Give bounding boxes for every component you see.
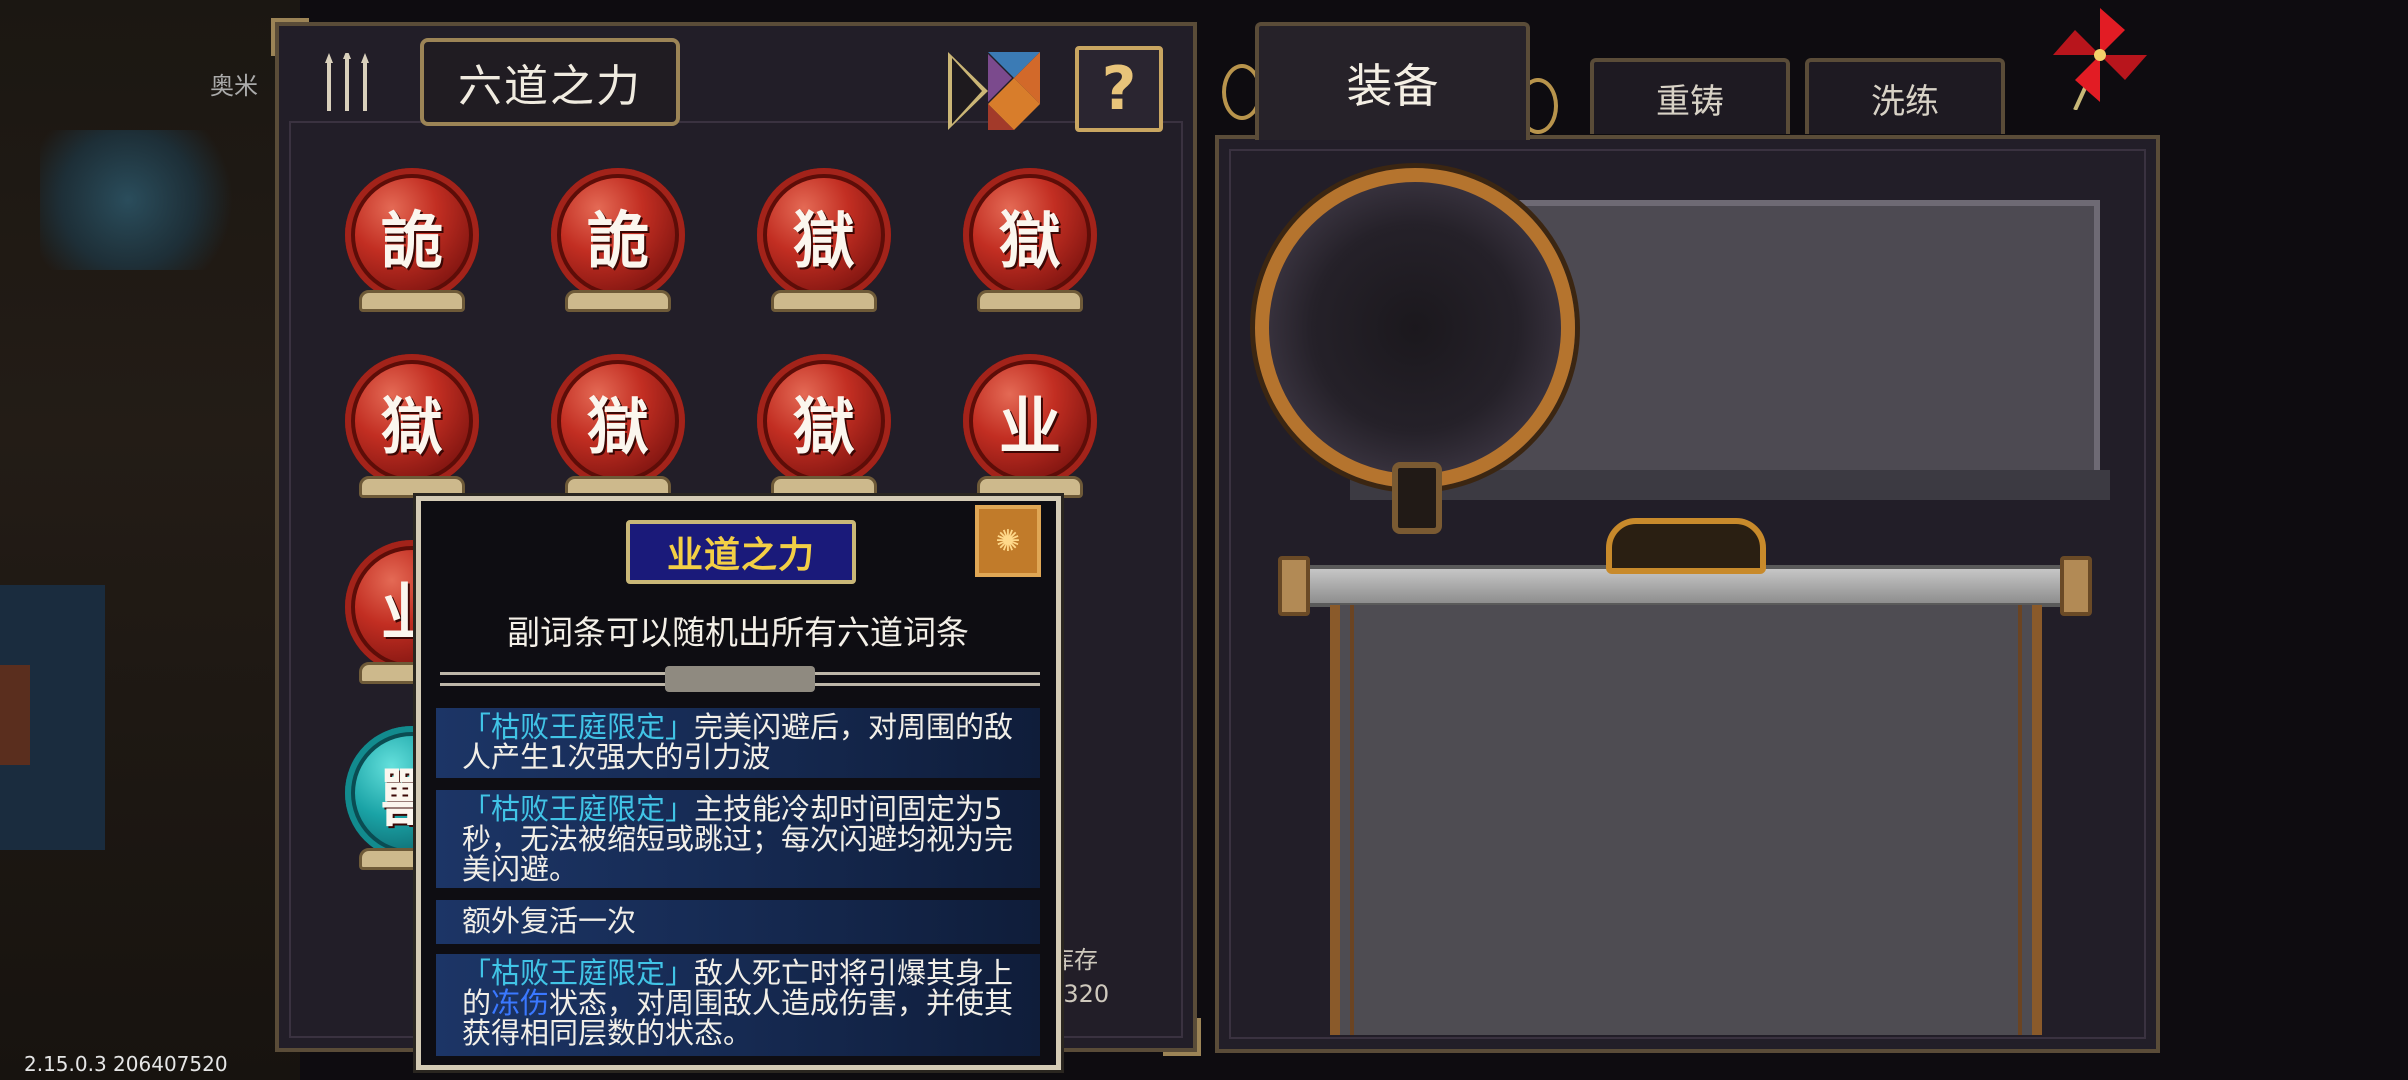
tab-refine-label: 洗练 xyxy=(1871,81,1939,122)
version-label: 2.15.0.3 206407520 xyxy=(24,1052,228,1076)
orb-ball: 獄 xyxy=(963,168,1097,302)
orb-stand xyxy=(771,290,877,312)
orb-glyph: 业 xyxy=(998,390,1061,463)
world-machine xyxy=(40,130,260,270)
power-orb[interactable]: 獄 xyxy=(757,354,891,504)
orb-stand xyxy=(359,290,465,312)
power-orb[interactable]: 獄 xyxy=(757,168,891,318)
orb-stand xyxy=(771,476,877,498)
affix-highlight: 冻伤 xyxy=(491,986,550,1020)
orb-ball: 詭 xyxy=(551,168,685,302)
orb-stand xyxy=(977,290,1083,312)
weapon-slot-frame[interactable] xyxy=(1255,168,1575,488)
orb-stand xyxy=(565,476,671,498)
orb-ball: 獄 xyxy=(757,354,891,488)
tooltip-description: 副词条可以随机出所有六道词条 xyxy=(507,613,969,652)
orb-glyph: 詭 xyxy=(586,204,649,277)
affix-tag: 「枯败王庭限定」 xyxy=(462,956,695,990)
world-door xyxy=(0,665,30,765)
panel-title-plate: 六道之力 xyxy=(420,38,680,126)
affix-entry: 额外复活一次 xyxy=(436,900,1040,944)
orb-stand xyxy=(359,476,465,498)
player-name: 奥米 xyxy=(210,72,258,100)
scroll-body xyxy=(1330,605,2042,1035)
panel-corner-ornament xyxy=(271,18,309,56)
panel-title: 六道之力 xyxy=(458,61,642,112)
orb-glyph: 獄 xyxy=(792,204,855,277)
weapon-frame-knob xyxy=(1392,462,1442,534)
tooltip-title-plate: 业道之力 xyxy=(626,520,856,584)
scroll-end-cap xyxy=(1278,556,1310,616)
affix-entry: 「枯败王庭限定」完美闪避后，对周围的敌人产生1次强大的引力波 xyxy=(436,708,1040,778)
power-orb[interactable]: 獄 xyxy=(345,354,479,504)
tab-equip[interactable]: 装备 xyxy=(1255,22,1530,140)
orb-ball: 獄 xyxy=(345,354,479,488)
orb-glyph: 獄 xyxy=(380,390,443,463)
orb-glyph: 獄 xyxy=(998,204,1061,277)
affix-tag: 「枯败王庭限定」 xyxy=(462,792,695,826)
affix-entry: 「枯败王庭限定」主技能冷却时间固定为5秒，无法被缩短或跳过；每次闪避均视为完美闪… xyxy=(436,790,1040,888)
orb-ball: 獄 xyxy=(757,168,891,302)
affix-tag: 「枯败王庭限定」 xyxy=(462,710,695,744)
help-label: ? xyxy=(1101,54,1137,124)
orb-ball: 詭 xyxy=(345,168,479,302)
weapon-trident-icon xyxy=(312,50,382,120)
power-orb[interactable]: 詭 xyxy=(345,168,479,318)
game-world-background: 奥米 xyxy=(0,0,300,1080)
karma-emblem-icon: ✺ xyxy=(975,505,1041,577)
power-orb[interactable]: 獄 xyxy=(551,354,685,504)
tooltip-title: 业道之力 xyxy=(666,535,815,576)
tangram-icon[interactable] xyxy=(948,52,1040,130)
orb-glyph: 獄 xyxy=(586,390,649,463)
tab-recast-label: 重铸 xyxy=(1656,81,1724,122)
power-orb[interactable]: 獄 xyxy=(963,168,1097,318)
orb-ball: 业 xyxy=(963,354,1097,488)
orb-stand xyxy=(977,476,1083,498)
tab-recast[interactable]: 重铸 xyxy=(1590,58,1790,134)
help-button[interactable]: ? xyxy=(1075,46,1163,132)
orb-ball: 獄 xyxy=(551,354,685,488)
affix-entry: 「枯败王庭限定」敌人死亡时将引爆其身上的冻伤状态，对周围敌人造成伤害，并使其获得… xyxy=(436,954,1040,1056)
tab-refine[interactable]: 洗练 xyxy=(1805,58,2005,134)
affix-text: 额外复活一次 xyxy=(462,904,637,938)
tab-equip-label: 装备 xyxy=(1346,59,1439,113)
orb-glyph: 詭 xyxy=(380,204,443,277)
scroll-end-cap xyxy=(2060,556,2092,616)
panel-corner-ornament xyxy=(1163,1018,1201,1056)
power-orb[interactable]: 业 xyxy=(963,354,1097,504)
orb-stand xyxy=(565,290,671,312)
pinwheel-icon[interactable] xyxy=(2045,0,2155,111)
orb-glyph: 獄 xyxy=(792,390,855,463)
tooltip-divider-ornament xyxy=(665,666,815,692)
scroll-ornament xyxy=(1606,518,1766,574)
power-orb[interactable]: 詭 xyxy=(551,168,685,318)
